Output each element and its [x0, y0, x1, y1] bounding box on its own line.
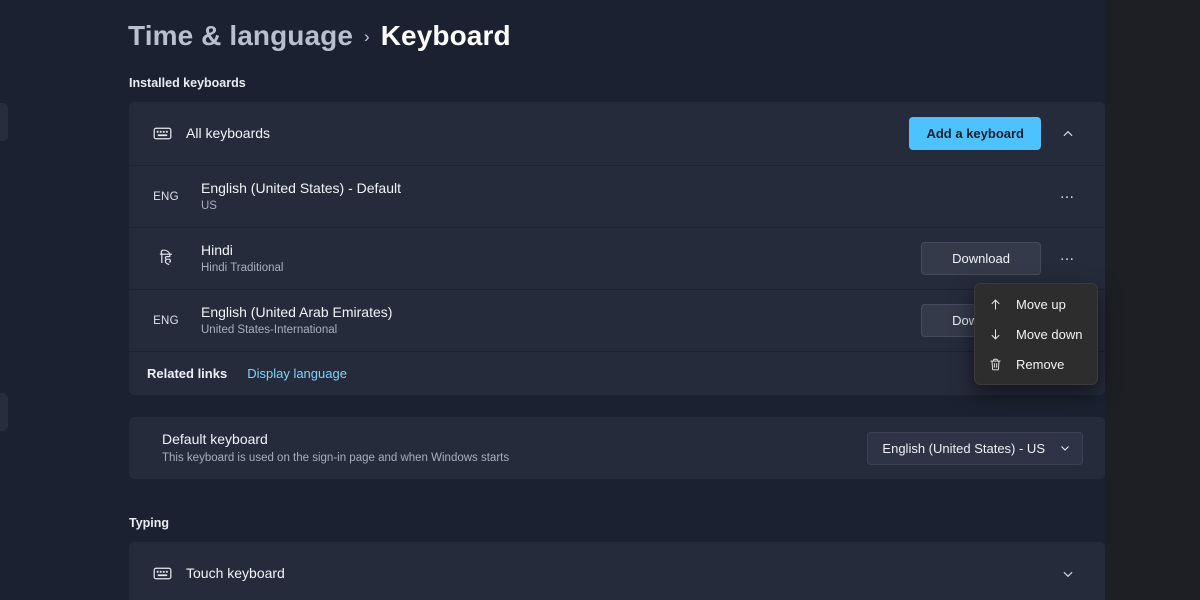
related-links-label: Related links: [147, 366, 228, 381]
keyboard-row[interactable]: ENG English (United Arab Emirates) Unite…: [129, 289, 1105, 351]
language-tag: ENG: [153, 190, 179, 203]
keyboard-title: English (United Arab Emirates): [201, 303, 393, 320]
default-keyboard-card: Default keyboard This keyboard is used o…: [129, 417, 1105, 479]
keyboard-title: Hindi: [201, 241, 233, 258]
context-menu-item-move-up[interactable]: Move up: [979, 289, 1093, 319]
breadcrumb-parent-link[interactable]: Time & language: [128, 20, 353, 52]
keyboard-context-menu: Move up Move down Remove: [974, 283, 1098, 385]
default-keyboard-title: Default keyboard: [162, 431, 268, 448]
display-language-link[interactable]: Display language: [247, 366, 347, 381]
keyboard-row[interactable]: ENG English (United States) - Default US…: [129, 165, 1105, 227]
page-title: Keyboard: [380, 20, 511, 51]
sidebar-item-fragment-lower[interactable]: [0, 393, 8, 431]
keyboard-overflow-menu-button[interactable]: …: [1053, 182, 1083, 212]
context-menu-item-label: Remove: [1016, 356, 1065, 372]
context-menu-item-label: Move up: [1016, 296, 1066, 312]
default-keyboard-description: This keyboard is used on the sign-in pag…: [162, 451, 510, 464]
installed-keyboards-caption: Installed keyboards: [129, 76, 246, 90]
chevron-up-icon[interactable]: [1053, 119, 1083, 149]
touch-keyboard-label: Touch keyboard: [186, 564, 285, 581]
keyboard-row[interactable]: हि Hindi Hindi Traditional Download …: [129, 227, 1105, 289]
context-menu-item-move-down[interactable]: Move down: [979, 319, 1093, 349]
all-keyboards-label: All keyboards: [186, 124, 271, 141]
add-a-keyboard-button[interactable]: Add a keyboard: [909, 117, 1041, 150]
arrow-up-icon: [987, 297, 1003, 312]
all-keyboards-row[interactable]: All keyboards Add a keyboard: [129, 102, 1105, 165]
typing-caption: Typing: [129, 516, 170, 530]
chevron-down-icon[interactable]: [1053, 559, 1083, 589]
keyboard-icon: [147, 563, 177, 584]
keyboard-subtitle: US: [201, 200, 217, 213]
arrow-down-icon: [987, 327, 1003, 342]
default-keyboard-selected-value: English (United States) - US: [882, 440, 1045, 456]
context-menu-item-label: Move down: [1016, 326, 1083, 342]
default-keyboard-select[interactable]: English (United States) - US: [867, 431, 1083, 465]
installed-keyboards-card: All keyboards Add a keyboard ENG English…: [129, 102, 1105, 395]
related-links-row: Related links Display language: [129, 351, 1105, 395]
sidebar-item-fragment-upper[interactable]: [0, 103, 8, 141]
keyboard-title: English (United States) - Default: [201, 179, 401, 196]
language-tag: ENG: [153, 314, 179, 327]
touch-keyboard-row[interactable]: Touch keyboard: [129, 542, 1105, 600]
chevron-right-icon: ›: [364, 27, 370, 46]
keyboard-subtitle: Hindi Traditional: [201, 262, 284, 275]
download-button[interactable]: Download: [921, 242, 1041, 275]
default-keyboard-row: Default keyboard This keyboard is used o…: [129, 417, 1105, 479]
touch-keyboard-card: Touch keyboard: [129, 542, 1105, 600]
keyboard-subtitle: United States-International: [201, 324, 338, 337]
language-tag: हि: [159, 250, 173, 267]
context-menu-item-remove[interactable]: Remove: [979, 349, 1093, 379]
keyboard-icon: [147, 123, 177, 144]
trash-icon: [987, 357, 1003, 372]
app-window-background: [1105, 0, 1200, 600]
chevron-down-icon: [1059, 442, 1071, 454]
keyboard-overflow-menu-button[interactable]: …: [1053, 244, 1083, 274]
breadcrumb: Time & language › Keyboard: [128, 20, 511, 52]
